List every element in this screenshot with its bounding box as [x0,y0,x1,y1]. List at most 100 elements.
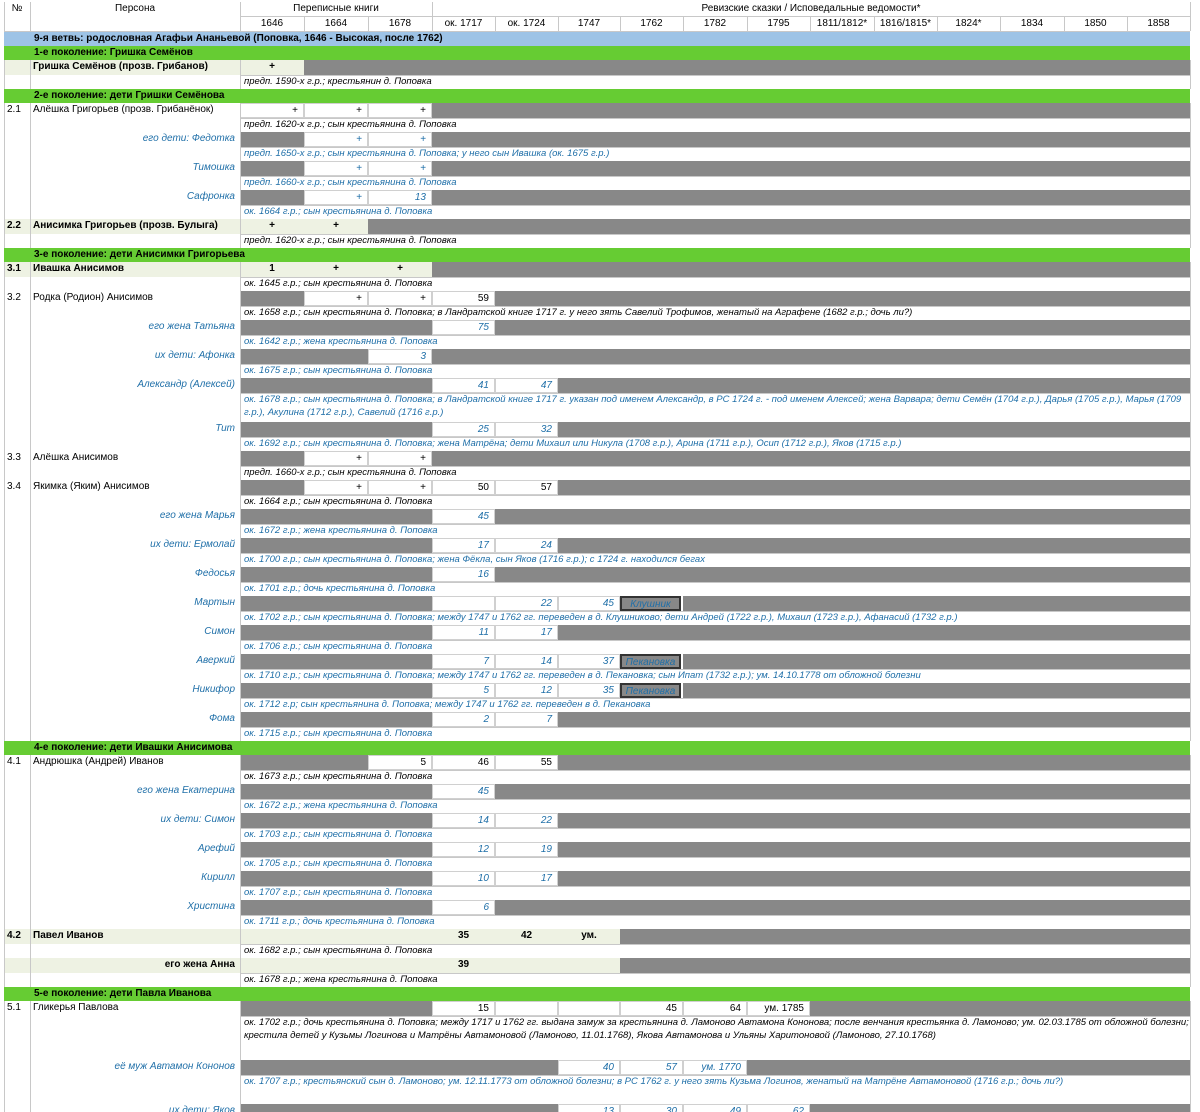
census-cell [368,784,432,799]
census-cell: 3 [368,349,432,364]
census-cell [240,132,304,147]
census-cell [495,958,558,973]
census-cell: + [368,161,432,176]
census-cell: + [304,190,368,205]
year-header: 1811/1812* [816,18,868,29]
person-note: предп. 1660-х г.р.; сын крестьянина д. П… [244,467,457,478]
census-cell [495,1104,558,1112]
census-cell: 45 [432,784,495,799]
census-cell [304,509,368,524]
absent-bar [304,60,1190,75]
absent-bar [432,262,1190,277]
year-header: 1782 [703,18,727,29]
census-cell: + [368,291,432,306]
person-note: ок. 1678 г.р.; жена крестьянина д. Попов… [244,974,438,985]
person-name: Федосья [194,568,235,579]
census-cell: + [304,451,368,466]
census-cell: 59 [432,291,495,306]
census-cell: + [368,480,432,495]
person-name: Сафронка [186,191,235,202]
section-header: 2-е поколение: дети Гришки Семёнова [4,89,1190,103]
person-name: их дети: Яков [168,1105,235,1112]
census-cell [368,320,432,335]
census-cell [304,320,368,335]
census-cell [240,190,304,205]
census-cell: + [368,103,432,118]
census-cell [240,784,304,799]
year-header: 1850 [1084,18,1107,29]
census-cell [368,1001,432,1016]
census-cell: 35 [558,683,620,698]
person-name: их дети: Афонка [154,350,235,361]
absent-bar [558,871,1190,886]
census-cell: 5 [368,755,432,770]
census-cell [304,538,368,553]
census-cell: 25 [432,422,495,437]
census-cell: + [304,219,368,234]
absent-bar [558,480,1190,495]
person-note: ок. 1678 г.р.; сын крестьянина д. Поповк… [244,394,1182,418]
census-cell [304,349,368,364]
census-cell [240,712,304,727]
census-cell [368,567,432,582]
census-cell [240,422,304,437]
census-cell: + [368,451,432,466]
person-name: его дети: Федотка [142,133,235,144]
year-header: ок. 1717 [444,18,483,29]
row-number: 2.1 [7,104,21,115]
census-cell: 14 [495,654,558,669]
row-number: 4.1 [7,756,21,767]
absent-bar [747,1060,1190,1075]
census-cell [304,842,368,857]
person-note: ок. 1642 г.р.; жена крестьянина д. Попов… [244,336,438,347]
person-name: Аверкий [196,655,235,666]
census-cell: + [304,103,368,118]
census-cell: 75 [432,320,495,335]
census-cell [368,900,432,915]
person-name: Кирилл [201,872,235,883]
person-name: Арефий [197,843,235,854]
section-header: 9-я ветвь: родословная Агафьи Ананьевой … [4,32,1190,46]
census-cell [368,813,432,828]
person-note: ок. 1664 г.р.; сын крестьянина д. Поповк… [244,206,433,217]
person-name: его жена Марья [159,510,235,521]
revision-header: Ревизские сказки / Исповедальные ведомос… [701,3,921,14]
census-cell: 40 [558,1060,620,1075]
person-note: ок. 1672 г.р.; жена крестьянина д. Попов… [244,525,438,536]
census-cell: 55 [495,755,558,770]
census-cell: + [240,219,304,234]
census-cell [304,1104,368,1112]
person-name: Ивашка Анисимов [30,262,240,277]
census-cell [240,1060,304,1075]
person-name: Тимошка [192,162,235,173]
census-cell: 14 [432,813,495,828]
census-cell: Пекановка [620,683,681,698]
census-cell: 30 [620,1104,683,1112]
census-cell: 1 [240,262,304,277]
census-cell [240,813,304,828]
census-cell: 39 [432,958,495,973]
absent-bar [495,567,1190,582]
census-cell [304,422,368,437]
census-cell: 12 [495,683,558,698]
census-cell: 22 [495,813,558,828]
census-cell [304,958,368,973]
person-name: Гришка Семёнов (прозв. Грибанов) [30,60,240,75]
census-cell [240,654,304,669]
census-cell [304,1001,368,1016]
census-cell: + [240,103,304,118]
absent-bar [683,654,1190,669]
person-name: Мартын [194,597,235,608]
census-cell [240,161,304,176]
person-note: ок. 1675 г.р.; сын крестьянина д. Поповк… [244,365,433,376]
person-note: ок. 1658 г.р.; сын крестьянина д. Поповк… [244,307,913,318]
census-cell [558,1001,620,1016]
person-note: ок. 1672 г.р.; жена крестьянина д. Попов… [244,800,438,811]
absent-bar [368,219,1190,234]
census-cell: Клушник [620,596,681,611]
absent-bar [495,320,1190,335]
census-cell: + [304,480,368,495]
person-name: Анисимка Григорьев (прозв. Булыга) [30,219,240,234]
year-header: 1795 [767,18,790,29]
census-cell: 7 [495,712,558,727]
